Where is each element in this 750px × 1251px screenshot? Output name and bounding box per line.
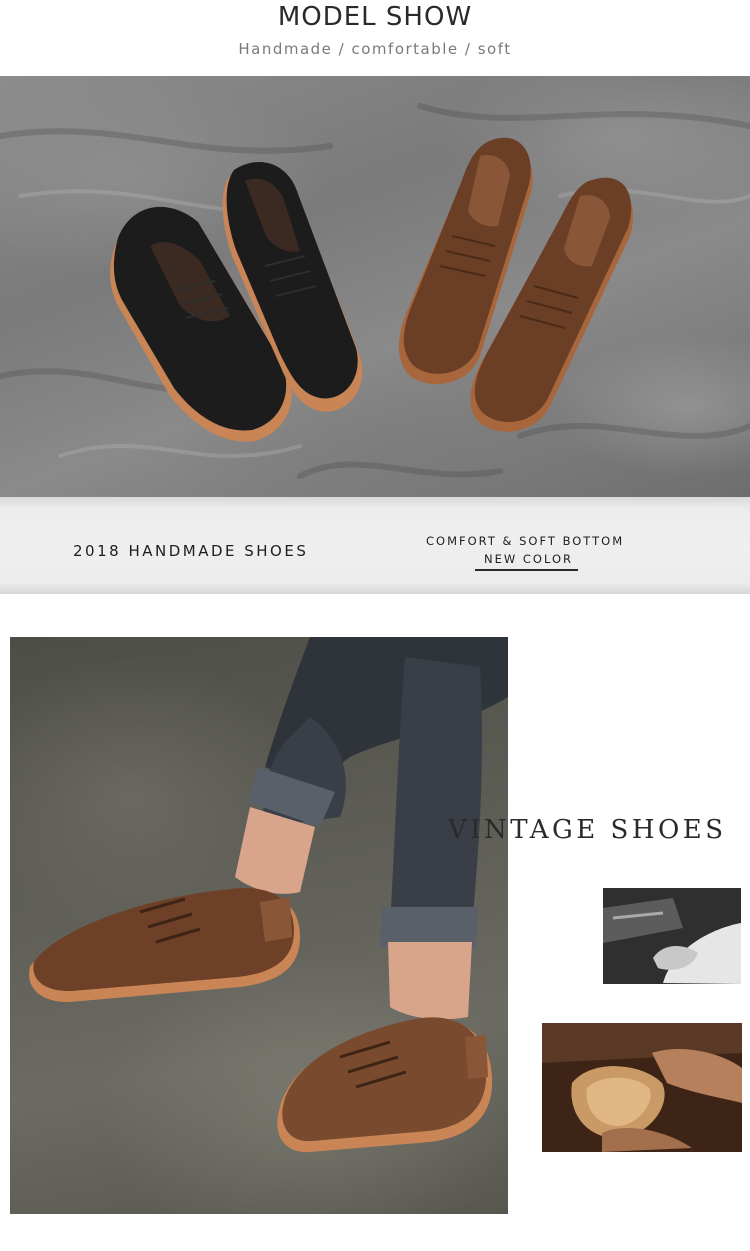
banner-feature-text: COMFORT & SOFT BOTTOM: [426, 534, 625, 548]
section-subtitle: Handmade / comfortable / soft: [238, 40, 512, 58]
section-header: MODEL SHOW Handmade / comfortable / soft: [0, 0, 750, 76]
promo-banner: 2018 HANDMADE SHOES COMFORT & SOFT BOTTO…: [0, 497, 750, 594]
hands-leather-illustration: [542, 1023, 742, 1152]
vintage-heading: VINTAGE SHOES: [448, 815, 727, 845]
shoes-pairs-illustration: [0, 103, 750, 479]
banner-new-color-text: NEW COLOR: [484, 552, 574, 566]
banner-underline: [475, 569, 578, 571]
brown-shoe-model-lower: [277, 1017, 493, 1153]
hero-product-photo: [0, 76, 750, 497]
model-wearing-shoes-photo: [10, 637, 508, 1214]
section-title: MODEL SHOW: [277, 2, 473, 32]
sewing-machine-illustration: [603, 888, 741, 984]
brown-shoe-model-upper: [29, 888, 301, 1003]
leather-craft-photo: [542, 1023, 742, 1152]
banner-headline: 2018 HANDMADE SHOES: [73, 542, 309, 560]
sewing-craft-photo: [603, 888, 741, 984]
model-legs-illustration: [29, 637, 508, 1153]
